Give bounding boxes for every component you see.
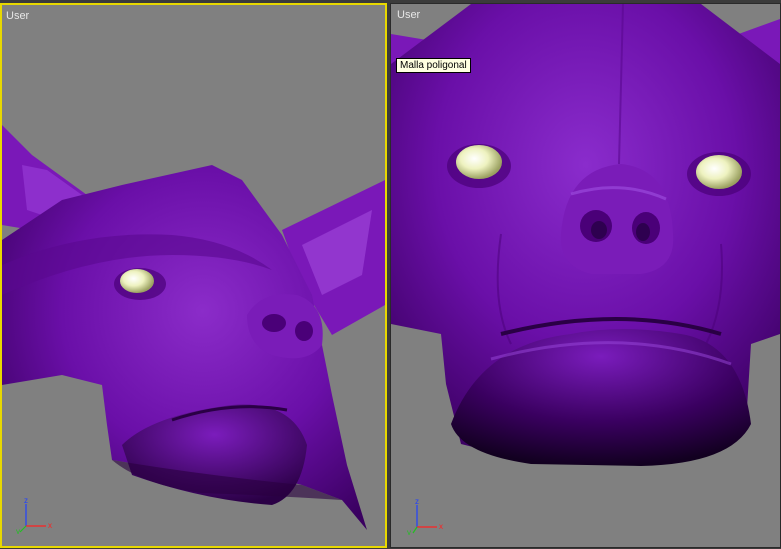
mesh-view-left[interactable] — [2, 5, 385, 546]
axis-x-label: x — [48, 521, 52, 530]
axis-z-label: z — [24, 496, 28, 505]
viewport-layout: User z x y User Malla poligonal z x y — [0, 0, 781, 549]
axis-y-label: y — [407, 528, 411, 535]
tooltip: Malla poligonal — [396, 58, 471, 73]
axis-z-label: z — [415, 497, 419, 506]
axis-gizmo-left: z x y — [16, 496, 52, 534]
mesh-view-right[interactable] — [391, 4, 780, 547]
viewport-left[interactable]: User z x y — [0, 3, 387, 548]
viewport-left-label[interactable]: User — [6, 10, 29, 22]
axis-x-label: x — [439, 522, 443, 531]
viewport-right-label[interactable]: User — [397, 9, 420, 21]
viewport-right[interactable]: User Malla poligonal z x y — [390, 3, 781, 548]
axis-gizmo-right: z x y — [407, 497, 443, 535]
axis-y-label: y — [16, 527, 20, 534]
